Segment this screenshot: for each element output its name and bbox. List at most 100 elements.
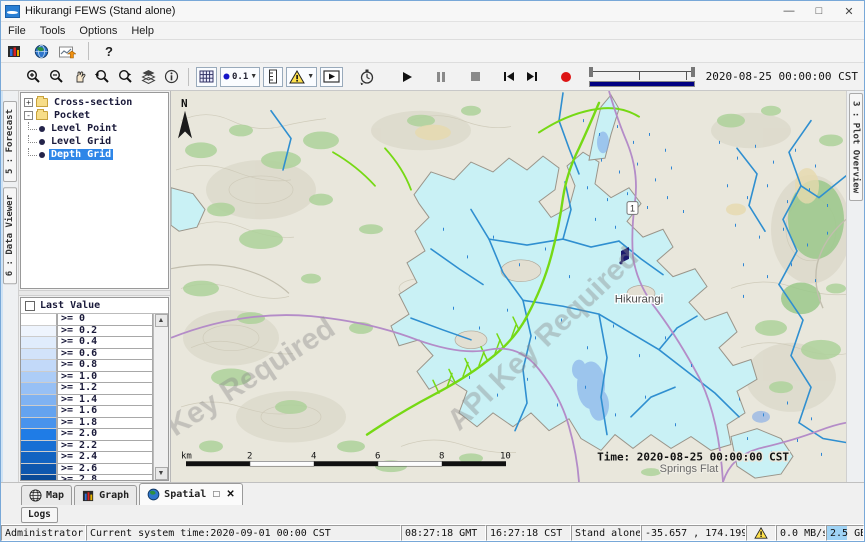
tree-item-label[interactable]: Cross-section — [52, 97, 134, 108]
filter-tree[interactable]: + Cross-section - Pocket Level Point — [20, 92, 169, 289]
fews-logo-icon — [5, 5, 20, 18]
map-display-icon[interactable] — [31, 41, 51, 61]
legend-swatch — [21, 349, 57, 361]
tab-maximize-icon[interactable]: □ — [213, 489, 219, 500]
app-window: Hikurangi FEWS (Stand alone) — □ ✕ File … — [0, 0, 865, 542]
toolbar-separator — [188, 68, 189, 86]
tree-item-label-selected[interactable]: Depth Grid — [49, 149, 113, 160]
info-icon[interactable] — [161, 67, 181, 87]
menu-file[interactable]: File — [1, 24, 33, 38]
north-label: N — [181, 97, 188, 110]
pan-hand-icon[interactable] — [69, 67, 89, 87]
grid-toggle-icon[interactable] — [196, 67, 217, 87]
legend-swatch — [21, 464, 57, 476]
help-icon[interactable]: ? — [99, 41, 119, 61]
folder-icon — [36, 111, 48, 120]
scale-tick-label: 2 — [247, 451, 252, 461]
animation-window-icon[interactable] — [320, 67, 343, 87]
legend-swatch — [21, 406, 57, 418]
tree-item-level-grid[interactable]: Level Grid — [24, 135, 168, 148]
status-memory: 2.5 GB — [826, 525, 864, 541]
tab-forecast[interactable]: 5 : Forecast — [3, 101, 17, 182]
record-button[interactable] — [556, 67, 576, 87]
legend-swatch — [21, 429, 57, 441]
tree-item-label[interactable]: Level Grid — [49, 136, 113, 147]
chevron-down-icon: ▼ — [250, 73, 257, 80]
scale-tick-label: 10 — [500, 451, 511, 461]
zoom-previous-icon[interactable] — [92, 67, 112, 87]
tab-plot-overview[interactable]: 3 : Plot Overview — [849, 93, 863, 201]
step-back-button[interactable] — [499, 67, 519, 87]
status-gmt-time: 08:27:18 GMT — [401, 525, 486, 541]
spatial-map[interactable]: API Key Required API Key Required N 1 Hi… — [171, 91, 846, 482]
time-slider-start-handle[interactable] — [589, 67, 593, 77]
legend-scrollbar[interactable]: ▲ ▼ — [153, 314, 168, 480]
tree-item-cross-section[interactable]: + Cross-section — [24, 96, 168, 109]
last-value-checkbox[interactable] — [25, 301, 35, 311]
tab-map[interactable]: Map — [21, 485, 72, 505]
logs-button[interactable]: Logs — [21, 507, 58, 523]
tree-item-label[interactable]: Pocket — [52, 110, 92, 121]
database-viewer-icon[interactable] — [5, 41, 25, 61]
collapse-icon[interactable]: - — [24, 111, 33, 120]
menu-options[interactable]: Options — [72, 24, 124, 38]
zoom-out-icon[interactable] — [46, 67, 66, 87]
tab-spatial[interactable]: Spatial □ ✕ — [139, 483, 243, 505]
tab-spatial-label: Spatial — [164, 489, 206, 500]
tab-graph[interactable]: Graph — [74, 485, 137, 505]
time-slider-end-handle[interactable] — [691, 67, 695, 77]
bar-chart-icon — [82, 489, 95, 502]
panel-splitter[interactable] — [19, 290, 170, 296]
status-warning-segment[interactable] — [746, 525, 776, 541]
legend-swatch — [21, 475, 57, 480]
stop-button[interactable] — [465, 67, 485, 87]
tree-item-level-point[interactable]: Level Point — [24, 122, 168, 135]
right-tab-strip: 3 : Plot Overview — [846, 91, 864, 482]
scroll-down-icon[interactable]: ▼ — [155, 467, 168, 480]
tab-data-viewer[interactable]: 6 : Data Viewer — [3, 187, 17, 284]
zoom-next-icon[interactable] — [115, 67, 135, 87]
timer-settings-icon[interactable] — [357, 67, 377, 87]
legend-swatch — [21, 395, 57, 407]
window-title: Hikurangi FEWS (Stand alone) — [25, 5, 175, 17]
legend-swatch — [21, 452, 57, 464]
timeseries-edit-icon[interactable] — [57, 41, 78, 61]
warnings-dropdown[interactable]: ▼ — [286, 67, 317, 87]
legend-label: >= 1.2 — [57, 383, 153, 395]
minimize-button[interactable]: — — [774, 1, 804, 21]
tree-item-pocket[interactable]: - Pocket — [24, 109, 168, 122]
step-forward-button[interactable] — [522, 67, 542, 87]
expand-icon[interactable]: + — [24, 98, 33, 107]
legend-row: >= 2.4 — [21, 452, 153, 464]
scroll-up-icon[interactable]: ▲ — [155, 314, 168, 327]
town-label-hikurangi: Hikurangi — [615, 293, 663, 305]
layers-icon[interactable] — [138, 67, 158, 87]
legend-swatch — [21, 314, 57, 326]
time-slider-range-bar[interactable] — [589, 81, 695, 87]
main-toolbar: ? — [1, 40, 864, 63]
contour-interval-dropdown[interactable]: 0.1 ▼ — [220, 67, 260, 87]
zoom-in-icon[interactable] — [23, 67, 43, 87]
maximize-button[interactable]: □ — [804, 1, 834, 21]
close-button[interactable]: ✕ — [834, 1, 864, 21]
pause-button[interactable] — [431, 67, 451, 87]
last-value-label: Last Value — [40, 300, 100, 311]
tab-close-icon[interactable]: ✕ — [226, 489, 234, 500]
tree-item-depth-grid[interactable]: Depth Grid — [24, 148, 168, 161]
legend-label: >= 1.6 — [57, 406, 153, 418]
legend-swatch — [21, 372, 57, 384]
menu-help[interactable]: Help — [124, 24, 161, 38]
time-slider[interactable] — [589, 65, 695, 89]
legend-row: >= 1.2 — [21, 383, 153, 395]
folder-icon — [36, 98, 48, 107]
legend-row: >= 0.4 — [21, 337, 153, 349]
scale-tick-label: 8 — [439, 451, 444, 461]
play-button[interactable] — [397, 67, 417, 87]
menu-tools[interactable]: Tools — [33, 24, 73, 38]
status-mode: Stand alone — [571, 525, 641, 541]
scale-ruler-icon[interactable] — [263, 67, 283, 87]
tree-item-label[interactable]: Level Point — [49, 123, 119, 134]
legend-label: >= 2.4 — [57, 452, 153, 464]
legend-row: >= 0 — [21, 314, 153, 326]
node-bullet-icon — [39, 139, 45, 145]
